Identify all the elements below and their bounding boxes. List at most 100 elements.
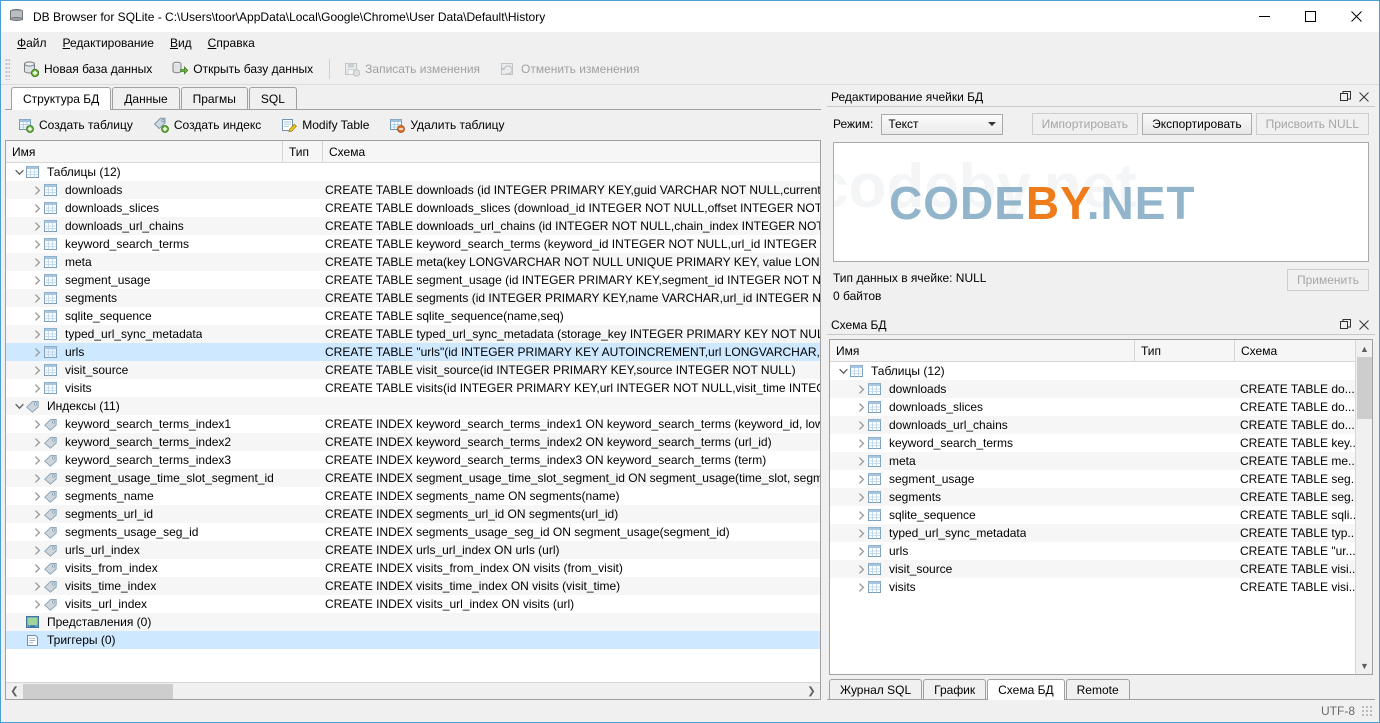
- chevron-right-icon[interactable]: [30, 582, 44, 591]
- delete-table-button[interactable]: Удалить таблицу: [380, 113, 513, 137]
- column-header-name[interactable]: Имя: [6, 141, 283, 162]
- bottom-tab-plot[interactable]: График: [923, 679, 986, 699]
- chevron-right-icon[interactable]: [854, 385, 868, 394]
- chevron-right-icon[interactable]: [30, 510, 44, 519]
- tree-row[interactable]: downloads_slicesCREATE TABLE downloads_s…: [6, 199, 820, 217]
- scroll-track[interactable]: [1356, 357, 1372, 657]
- tree-row[interactable]: visits_url_indexCREATE INDEX visits_url_…: [6, 595, 820, 613]
- create-index-button[interactable]: Создать индекс: [144, 113, 270, 137]
- chevron-right-icon[interactable]: [30, 384, 44, 393]
- schema-row[interactable]: downloadsCREATE TABLE do...: [830, 380, 1355, 398]
- schema-row[interactable]: metaCREATE TABLE me...: [830, 452, 1355, 470]
- schema-column-header-schema[interactable]: Схема: [1235, 340, 1355, 361]
- tree-row[interactable]: urlsCREATE TABLE "urls"(id INTEGER PRIMA…: [6, 343, 820, 361]
- tree-row[interactable]: Индексы (11): [6, 397, 820, 415]
- chevron-right-icon[interactable]: [854, 547, 868, 556]
- tree-row[interactable]: metaCREATE TABLE meta(key LONGVARCHAR NO…: [6, 253, 820, 271]
- chevron-right-icon[interactable]: [30, 222, 44, 231]
- chevron-right-icon[interactable]: [30, 528, 44, 537]
- new-database-button[interactable]: Новая база данных: [14, 57, 161, 81]
- close-panel-icon[interactable]: [1356, 89, 1372, 105]
- chevron-right-icon[interactable]: [30, 546, 44, 555]
- schema-row[interactable]: Таблицы (12): [830, 362, 1355, 380]
- chevron-right-icon[interactable]: [30, 348, 44, 357]
- tree-row[interactable]: keyword_search_terms_index3CREATE INDEX …: [6, 451, 820, 469]
- chevron-right-icon[interactable]: [30, 276, 44, 285]
- chevron-right-icon[interactable]: [30, 294, 44, 303]
- tree-row[interactable]: Представления (0): [6, 613, 820, 631]
- bottom-tab-sql-log[interactable]: Журнал SQL: [829, 679, 922, 699]
- mode-select[interactable]: Текст: [881, 114, 1003, 135]
- tree-row[interactable]: downloads_url_chainsCREATE TABLE downloa…: [6, 217, 820, 235]
- tree-row[interactable]: visit_sourceCREATE TABLE visit_source(id…: [6, 361, 820, 379]
- chevron-right-icon[interactable]: [30, 456, 44, 465]
- schema-tree[interactable]: Имя Тип Схема Таблицы (12)downloadsCREAT…: [829, 339, 1373, 675]
- maximize-button[interactable]: [1287, 1, 1333, 32]
- schema-row[interactable]: typed_url_sync_metadataCREATE TABLE typ.…: [830, 524, 1355, 542]
- tree-body[interactable]: Таблицы (12)downloadsCREATE TABLE downlo…: [6, 163, 820, 682]
- chevron-right-icon[interactable]: [854, 493, 868, 502]
- close-button[interactable]: [1333, 1, 1379, 32]
- write-changes-button[interactable]: Записать изменения: [335, 57, 489, 81]
- tree-row[interactable]: keyword_search_terms_index2CREATE INDEX …: [6, 433, 820, 451]
- chevron-right-icon[interactable]: [854, 511, 868, 520]
- schema-vertical-scrollbar[interactable]: ▲ ▼: [1355, 340, 1372, 674]
- schema-row[interactable]: keyword_search_termsCREATE TABLE key...: [830, 434, 1355, 452]
- tree-row[interactable]: keyword_search_termsCREATE TABLE keyword…: [6, 235, 820, 253]
- tab-browse-data[interactable]: Данные: [112, 87, 179, 109]
- chevron-right-icon[interactable]: [30, 564, 44, 573]
- schema-row[interactable]: downloads_url_chainsCREATE TABLE do...: [830, 416, 1355, 434]
- schema-column-header-type[interactable]: Тип: [1135, 340, 1235, 361]
- tree-row[interactable]: segment_usageCREATE TABLE segment_usage …: [6, 271, 820, 289]
- chevron-right-icon[interactable]: [30, 492, 44, 501]
- set-as-null-button[interactable]: Присвоить NULL: [1256, 113, 1369, 135]
- tree-row[interactable]: segments_usage_seg_idCREATE INDEX segmen…: [6, 523, 820, 541]
- revert-changes-button[interactable]: Отменить изменения: [491, 57, 648, 81]
- scroll-right-icon[interactable]: ❯: [803, 683, 820, 700]
- scroll-thumb[interactable]: [23, 684, 173, 699]
- close-panel-icon[interactable]: [1356, 317, 1372, 333]
- chevron-right-icon[interactable]: [854, 421, 868, 430]
- tree-row[interactable]: urls_url_indexCREATE INDEX urls_url_inde…: [6, 541, 820, 559]
- chevron-right-icon[interactable]: [30, 186, 44, 195]
- chevron-right-icon[interactable]: [854, 583, 868, 592]
- schema-column-header-name[interactable]: Имя: [830, 340, 1135, 361]
- tree-row[interactable]: visits_time_indexCREATE INDEX visits_tim…: [6, 577, 820, 595]
- scroll-up-icon[interactable]: ▲: [1356, 340, 1373, 357]
- chevron-right-icon[interactable]: [30, 438, 44, 447]
- schema-tree-body[interactable]: Таблицы (12)downloadsCREATE TABLE do...d…: [830, 362, 1355, 674]
- chevron-right-icon[interactable]: [854, 529, 868, 538]
- toolbar-grip[interactable]: [5, 58, 10, 80]
- chevron-right-icon[interactable]: [854, 565, 868, 574]
- create-table-button[interactable]: Создать таблицу: [9, 113, 142, 137]
- chevron-right-icon[interactable]: [30, 366, 44, 375]
- apply-button[interactable]: Применить: [1287, 269, 1369, 291]
- resize-grip-icon[interactable]: [1361, 705, 1373, 717]
- tree-row[interactable]: segment_usage_time_slot_segment_idCREATE…: [6, 469, 820, 487]
- scroll-left-icon[interactable]: ❮: [6, 683, 23, 700]
- bottom-tab-db-schema[interactable]: Схема БД: [987, 679, 1064, 700]
- tree-row[interactable]: downloadsCREATE TABLE downloads (id INTE…: [6, 181, 820, 199]
- scroll-thumb[interactable]: [1357, 357, 1372, 419]
- tab-execute-sql[interactable]: SQL: [249, 87, 297, 109]
- minimize-button[interactable]: [1241, 1, 1287, 32]
- menu-file[interactable]: Файл: [9, 34, 55, 52]
- menu-view[interactable]: Вид: [162, 34, 200, 52]
- schema-row[interactable]: visitsCREATE TABLE visi...: [830, 578, 1355, 596]
- chevron-right-icon[interactable]: [30, 312, 44, 321]
- schema-row[interactable]: visit_sourceCREATE TABLE visi...: [830, 560, 1355, 578]
- schema-row[interactable]: sqlite_sequenceCREATE TABLE sqli...: [830, 506, 1355, 524]
- schema-row[interactable]: downloads_slicesCREATE TABLE do...: [830, 398, 1355, 416]
- tree-row[interactable]: sqlite_sequenceCREATE TABLE sqlite_seque…: [6, 307, 820, 325]
- tree-row[interactable]: segments_nameCREATE INDEX segments_name …: [6, 487, 820, 505]
- chevron-down-icon[interactable]: [12, 168, 26, 177]
- chevron-right-icon[interactable]: [30, 204, 44, 213]
- tree-row[interactable]: Таблицы (12): [6, 163, 820, 181]
- schema-row[interactable]: segment_usageCREATE TABLE seg...: [830, 470, 1355, 488]
- chevron-right-icon[interactable]: [854, 439, 868, 448]
- tree-row[interactable]: Триггеры (0): [6, 631, 820, 649]
- import-button[interactable]: Импортировать: [1032, 113, 1138, 135]
- undock-icon[interactable]: [1337, 317, 1353, 333]
- chevron-right-icon[interactable]: [854, 403, 868, 412]
- tree-horizontal-scrollbar[interactable]: ❮ ❯: [6, 682, 820, 699]
